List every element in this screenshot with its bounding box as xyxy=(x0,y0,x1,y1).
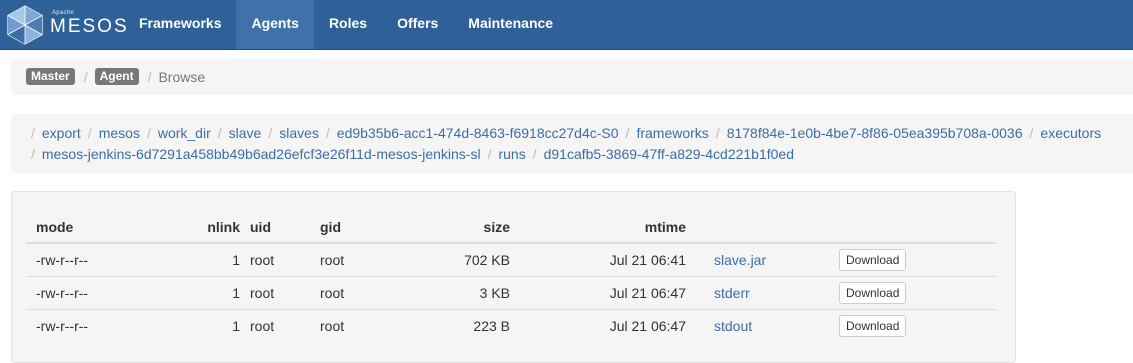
path-separator: / xyxy=(268,125,273,141)
path-segment-executors[interactable]: executors xyxy=(1040,125,1101,141)
file-nlink: 1 xyxy=(150,309,240,342)
path-separator: / xyxy=(715,125,720,141)
file-mode: -rw-r--r-- xyxy=(36,252,89,268)
path-segment-mesos[interactable]: mesos xyxy=(99,125,140,141)
brand-name: MESOS xyxy=(50,16,129,37)
file-link-stdout[interactable]: stdout xyxy=(714,318,752,334)
path-segment-executor-id[interactable]: mesos-jenkins-6d7291a458bb49b6ad26efcf3e… xyxy=(42,146,481,162)
file-mode: -rw-r--r-- xyxy=(26,276,150,310)
file-mtime: Jul 21 06:47 xyxy=(510,309,686,342)
breadcrumb-agent[interactable]: Agent xyxy=(94,68,139,85)
table-row: -rw-r--r-- 1 root root 702 KB Jul 21 06:… xyxy=(26,243,996,277)
path-segment-frameworks[interactable]: frameworks xyxy=(636,125,708,141)
nav-item-offers[interactable]: Offers xyxy=(382,0,453,49)
breadcrumb-separator: / xyxy=(83,68,88,85)
column-header-nlink[interactable]: nlink xyxy=(150,212,240,244)
path-segment-runs[interactable]: runs xyxy=(498,146,525,162)
file-table: mode nlink uid gid size mtime -rw-r--r--… xyxy=(26,212,996,342)
file-mtime: Jul 21 06:41 xyxy=(609,252,686,268)
file-link-stderr[interactable]: stderr xyxy=(714,285,750,301)
nav-item-roles[interactable]: Roles xyxy=(314,0,382,49)
path-separator: / xyxy=(31,146,35,162)
column-header-mtime[interactable]: mtime xyxy=(510,212,686,244)
path-segment-work-dir[interactable]: work_dir xyxy=(158,125,211,141)
file-size: 3 KB xyxy=(390,276,510,310)
table-row: -rw-r--r-- 1 root root 223 B Jul 21 06:4… xyxy=(26,309,996,342)
path-line-2: / mesos-jenkins-6d7291a458bb49b6ad26efcf3… xyxy=(31,146,794,162)
file-mode: -rw-r--r-- xyxy=(26,309,150,342)
nav-item-agents[interactable]: Agents xyxy=(236,0,314,49)
breadcrumb-current: Browse xyxy=(158,68,206,85)
file-uid: root xyxy=(250,252,275,268)
table-row: -rw-r--r-- 1 root root 3 KB Jul 21 06:47… xyxy=(26,276,996,310)
path-breadcrumb: / export / mesos / work_dir / slave / slaves / ed9b… xyxy=(11,114,1133,173)
path-segment-slave[interactable]: slave xyxy=(229,125,262,141)
path-segment-export[interactable]: export xyxy=(42,125,81,141)
path-separator: / xyxy=(146,125,151,141)
file-gid: root xyxy=(310,309,390,342)
path-segment-agent-id[interactable]: ed9b35b6-acc1-474d-8463-f6918cc27d4c-S0 xyxy=(337,125,619,141)
column-header-mode[interactable]: mode xyxy=(26,212,150,244)
breadcrumb-separator: / xyxy=(147,68,152,85)
file-uid: root xyxy=(240,276,310,310)
file-nlink: 1 xyxy=(150,276,240,310)
path-segment-slaves[interactable]: slaves xyxy=(279,125,319,141)
path-separator: / xyxy=(1029,125,1034,141)
column-header-actions xyxy=(831,212,996,244)
download-button[interactable]: Download xyxy=(839,315,907,337)
path-line-1: / export / mesos / work_dir / slave / slaves / ed9b… xyxy=(31,125,1101,141)
path-separator: / xyxy=(625,125,630,141)
file-table-header: mode nlink uid gid size mtime xyxy=(26,212,996,244)
file-link-slave-jar[interactable]: slave.jar xyxy=(714,252,766,268)
file-gid: root xyxy=(320,252,345,268)
path-separator: / xyxy=(325,125,330,141)
column-header-size[interactable]: size xyxy=(390,212,510,244)
path-separator: / xyxy=(532,146,537,162)
brand-logo[interactable]: Apache MESOS xyxy=(4,4,127,46)
file-nlink: 1 xyxy=(232,252,240,268)
download-button[interactable]: Download xyxy=(839,249,907,271)
file-uid: root xyxy=(240,309,310,342)
file-mtime: Jul 21 06:47 xyxy=(510,276,686,310)
mesos-hexagon-logo-icon xyxy=(7,5,43,45)
file-size: 702 KB xyxy=(464,252,510,268)
column-header-uid[interactable]: uid xyxy=(240,212,310,244)
column-header-gid[interactable]: gid xyxy=(310,212,390,244)
path-separator: / xyxy=(31,125,35,141)
file-browser-panel: mode nlink uid gid size mtime -rw-r--r--… xyxy=(11,191,1016,363)
file-size: 223 B xyxy=(390,309,510,342)
path-segment-run-id[interactable]: d91cafb5-3869-47ff-a829-4cd221b1f0ed xyxy=(544,146,794,162)
breadcrumb: Master / Agent / Browse xyxy=(11,59,1133,95)
path-separator: / xyxy=(217,125,222,141)
navbar: Apache MESOS Frameworks Agents Roles Off… xyxy=(0,0,1133,50)
path-segment-framework-id[interactable]: 8178f84e-1e0b-4be7-8f86-05ea395b708a-003… xyxy=(727,125,1023,141)
column-header-name xyxy=(686,212,831,244)
nav-item-maintenance[interactable]: Maintenance xyxy=(453,0,568,49)
file-gid: root xyxy=(310,276,390,310)
download-button[interactable]: Download xyxy=(839,282,907,304)
breadcrumb-master[interactable]: Master xyxy=(26,68,75,85)
path-separator: / xyxy=(487,146,492,162)
nav-item-frameworks[interactable]: Frameworks xyxy=(124,0,236,49)
path-separator: / xyxy=(87,125,92,141)
nav-links: Frameworks Agents Roles Offers Maintenan… xyxy=(124,0,568,49)
